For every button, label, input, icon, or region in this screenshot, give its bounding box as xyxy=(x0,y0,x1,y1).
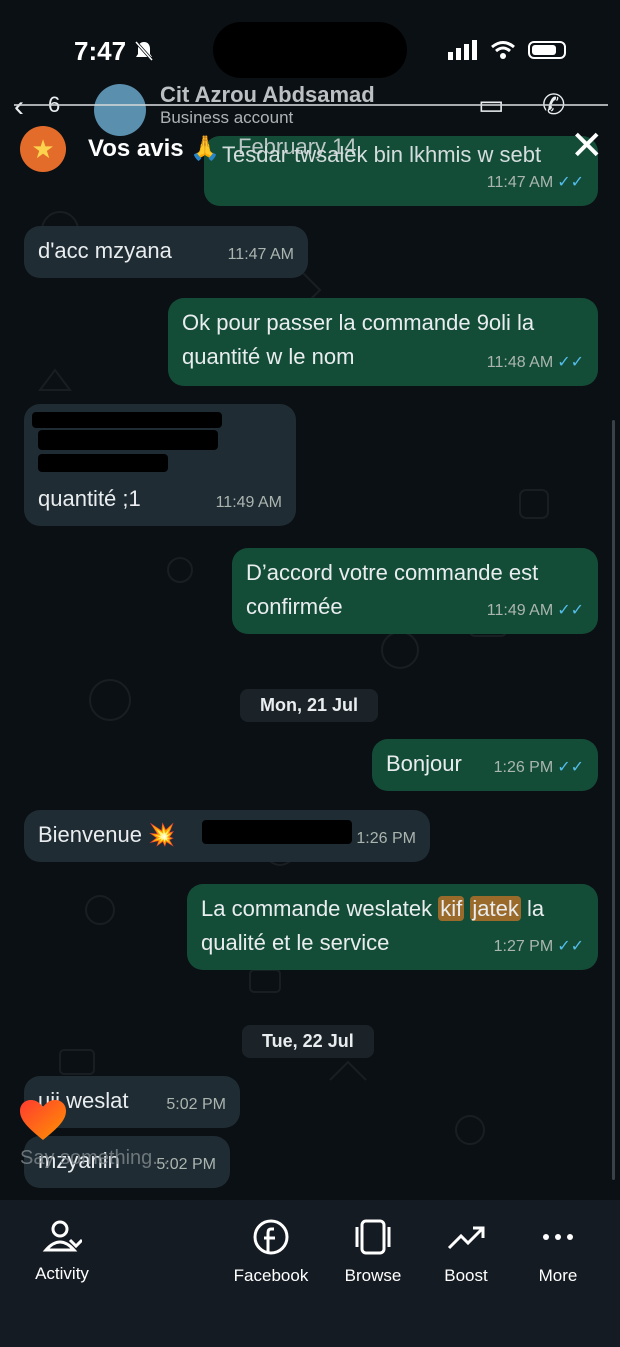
highlighted-word[interactable]: kif xyxy=(438,896,465,921)
tab-label: Browse xyxy=(344,1266,402,1285)
tab-label: Activity xyxy=(35,1264,89,1283)
message-time: 1:27 PM xyxy=(493,938,554,955)
message-outgoing[interactable]: Ok pour passer la commande 9oli la quant… xyxy=(168,298,598,386)
redaction-mark xyxy=(32,412,222,428)
wifi-icon xyxy=(491,41,515,59)
redaction-mark xyxy=(202,820,352,844)
read-ticks-icon: ✓✓ xyxy=(557,602,584,619)
comment-placeholder[interactable]: Say something... xyxy=(20,1147,169,1170)
message-text: Bonjour xyxy=(386,751,462,776)
message-text: d'acc mzyana xyxy=(38,238,172,263)
tab-label: Boost xyxy=(444,1266,488,1285)
message-incoming[interactable]: quantité ;1 11:49 AM xyxy=(24,404,296,526)
status-icons xyxy=(448,40,566,60)
date-chip: Mon, 21 Jul xyxy=(240,689,379,722)
message-incoming[interactable]: d'acc mzyana 11:47 AM xyxy=(24,226,308,278)
signal-icon xyxy=(448,40,477,60)
banner-title: Vos avis 🙏 xyxy=(88,135,221,162)
message-time: 11:48 AM xyxy=(486,354,554,371)
message-meta: 1:27 PM ✓✓ xyxy=(494,930,584,964)
header-divider xyxy=(14,104,608,106)
tab-activity[interactable]: Activity xyxy=(12,1218,112,1284)
message-outgoing[interactable]: La commande weslatek kif jatek la qualit… xyxy=(187,884,598,970)
message-meta: 11:49 AM xyxy=(216,486,282,520)
message-text-part: La commande weslatek xyxy=(201,896,439,921)
tab-browse[interactable]: Browse xyxy=(323,1218,423,1286)
star-icon: ★ xyxy=(20,126,66,172)
message-time: 11:49 AM xyxy=(215,494,282,511)
message-outgoing[interactable]: D’accord votre commande est confirmée 11… xyxy=(232,548,598,634)
message-time: 5:02 PM xyxy=(166,1096,226,1113)
read-ticks-icon: ✓✓ xyxy=(557,759,584,776)
activity-icon xyxy=(42,1220,82,1252)
message-meta: 5:02 PM xyxy=(166,1088,226,1122)
close-icon[interactable]: ✕ xyxy=(570,126,604,166)
facebook-icon xyxy=(253,1219,289,1255)
read-ticks-icon: ✓✓ xyxy=(557,938,584,955)
date-overlay: February 14 xyxy=(238,134,357,159)
more-icon xyxy=(543,1234,573,1240)
bottom-tab-bar: Activity Facebook Browse Boost More xyxy=(0,1200,620,1347)
message-text: Bienvenue 💥 xyxy=(38,822,176,847)
message-time: 11:49 AM xyxy=(486,602,554,619)
message-meta: 11:47 AM xyxy=(228,238,294,272)
tab-more[interactable]: More xyxy=(508,1218,608,1286)
tab-label: Facebook xyxy=(233,1266,309,1285)
tab-label: More xyxy=(538,1266,578,1285)
review-banner[interactable]: ★ Vos avis 🙏 February 14 ✕ xyxy=(0,118,620,180)
redaction-mark xyxy=(38,454,168,472)
browse-icon xyxy=(355,1219,391,1255)
silent-bell-icon xyxy=(134,41,154,61)
boost-icon xyxy=(447,1226,485,1250)
scrollbar[interactable] xyxy=(612,420,615,1180)
dynamic-island xyxy=(213,22,407,78)
message-incoming[interactable]: Bienvenue 💥 1:26 PM xyxy=(24,810,430,862)
message-meta: 11:48 AM ✓✓ xyxy=(487,346,584,380)
clock-time: 7:47 xyxy=(74,36,127,66)
message-time: 11:47 AM xyxy=(227,246,294,263)
tab-boost[interactable]: Boost xyxy=(416,1218,516,1286)
whatsapp-chat-screen: 7:47 ‹ 6 Cit Azrou Abdsamad Business acc… xyxy=(0,0,620,1347)
heart-reaction-icon[interactable] xyxy=(18,1098,68,1142)
date-chip: Tue, 22 Jul xyxy=(242,1025,374,1058)
message-text: quantité ;1 xyxy=(38,486,141,511)
message-time: 1:26 PM xyxy=(493,759,554,776)
highlighted-word[interactable]: jatek xyxy=(470,896,521,921)
message-outgoing[interactable]: Bonjour 1:26 PM ✓✓ xyxy=(372,739,598,791)
read-ticks-icon: ✓✓ xyxy=(557,354,584,371)
message-meta: 1:26 PM ✓✓ xyxy=(494,751,584,785)
message-meta: 1:26 PM xyxy=(356,822,416,856)
battery-icon xyxy=(528,41,566,59)
message-meta: 11:49 AM ✓✓ xyxy=(487,594,584,628)
tab-facebook[interactable]: Facebook xyxy=(221,1218,321,1286)
redaction-mark xyxy=(38,430,218,450)
message-time: 1:26 PM xyxy=(356,830,416,847)
